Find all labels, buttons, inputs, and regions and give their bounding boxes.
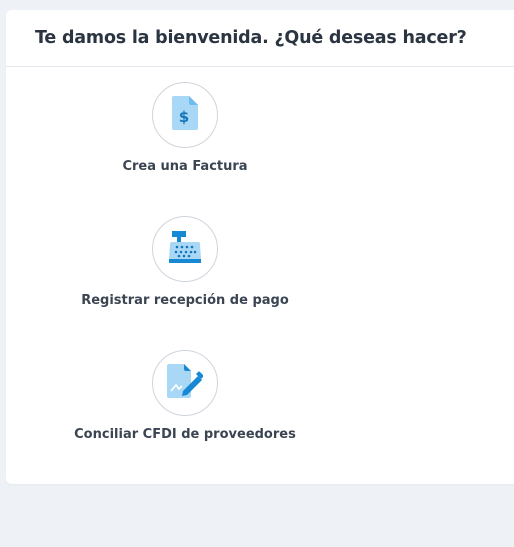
reconcile-cfdi-label: Conciliar CFDI de proveedores	[74, 427, 296, 442]
svg-text:$: $	[179, 108, 189, 126]
reconcile-cfdi-circle[interactable]	[152, 350, 218, 416]
welcome-card: Te damos la bienvenida. ¿Qué deseas hace…	[6, 10, 514, 484]
register-payment-action[interactable]: Registrar recepción de pago	[6, 216, 364, 308]
register-payment-label: Registrar recepción de pago	[81, 293, 289, 308]
invoice-dollar-icon: $	[172, 96, 198, 134]
reconcile-cfdi-action[interactable]: Conciliar CFDI de proveedores	[6, 350, 364, 442]
register-payment-circle[interactable]	[152, 216, 218, 282]
page-title: Te damos la bienvenida. ¿Qué deseas hace…	[35, 28, 467, 48]
create-invoice-circle[interactable]: $	[152, 82, 218, 148]
create-invoice-action[interactable]: $ Crea una Factura	[6, 82, 364, 174]
cash-register-icon	[169, 231, 201, 267]
card-header: Te damos la bienvenida. ¿Qué deseas hace…	[6, 10, 514, 67]
document-edit-icon	[167, 364, 204, 402]
create-invoice-label: Crea una Factura	[122, 159, 248, 174]
